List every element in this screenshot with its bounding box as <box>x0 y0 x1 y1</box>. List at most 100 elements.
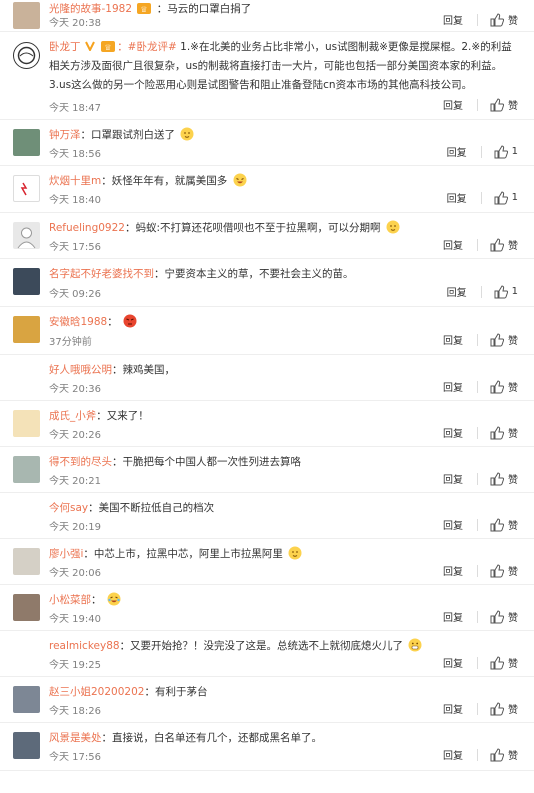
username-link[interactable]: 赵三小姐20200202 <box>49 686 144 698</box>
avatar[interactable] <box>13 548 40 575</box>
avatar[interactable] <box>13 2 40 29</box>
like-button[interactable]: 赞 <box>490 747 518 762</box>
avatar[interactable] <box>13 686 40 713</box>
avatar[interactable] <box>13 316 40 343</box>
comment-body: ：妖怪年年有，就属美国多 <box>101 175 228 187</box>
username-link[interactable]: 今何say <box>49 502 88 514</box>
reply-button[interactable]: 回复 <box>447 190 467 205</box>
cry-laugh-emoji-icon <box>107 592 121 606</box>
timestamp: 今天 19:40 <box>49 614 101 625</box>
reply-button[interactable]: 回复 <box>443 609 463 624</box>
comment-row: 名字起不好老婆找不到：宁要资本主义的草，不要社会主义的苗。 今天 09:26 回… <box>0 259 534 307</box>
username-link[interactable]: 小松菜部 <box>49 594 91 606</box>
username-link[interactable]: 卧龙丁 <box>49 41 81 53</box>
username-link[interactable]: 钟万泽 <box>49 129 81 141</box>
avatar[interactable] <box>13 175 40 202</box>
avatar[interactable] <box>13 222 40 249</box>
reply-button[interactable]: 回复 <box>443 517 463 532</box>
like-button[interactable]: 1 <box>494 144 518 159</box>
divider <box>477 656 478 669</box>
comment-actions: 回复 1 <box>447 144 518 159</box>
like-button[interactable]: 赞 <box>490 701 518 716</box>
thumbs-up-icon <box>494 144 508 158</box>
comment-actions: 回复 赞 <box>443 12 518 27</box>
like-button[interactable]: 赞 <box>490 471 518 486</box>
verified-icon <box>84 41 95 51</box>
comment-actions: 回复 赞 <box>443 237 518 252</box>
divider <box>477 426 478 439</box>
avatar[interactable] <box>13 502 40 529</box>
username-link[interactable]: 成氏_小斧 <box>49 410 96 422</box>
like-button[interactable]: 赞 <box>490 425 518 440</box>
username-link[interactable]: 廖小强i <box>49 548 83 560</box>
timestamp: 今天 18:47 <box>49 103 101 114</box>
reply-button[interactable]: 回复 <box>443 379 463 394</box>
username-link[interactable]: Refueling0922 <box>49 222 125 234</box>
avatar[interactable] <box>13 732 40 759</box>
like-count: 赞 <box>508 336 518 347</box>
avatar[interactable] <box>13 410 40 437</box>
reply-button[interactable]: 回复 <box>443 237 463 252</box>
like-button[interactable]: 赞 <box>490 563 518 578</box>
like-count: 1 <box>511 192 518 203</box>
avatar[interactable] <box>13 364 40 391</box>
like-button[interactable]: 赞 <box>490 237 518 252</box>
like-button[interactable]: 赞 <box>490 517 518 532</box>
avatar[interactable] <box>13 640 40 667</box>
timestamp: 今天 20:19 <box>49 522 101 533</box>
avatar[interactable] <box>13 594 40 621</box>
like-button[interactable]: 赞 <box>490 332 518 347</box>
username-link[interactable]: 安徽晗1988 <box>49 316 107 328</box>
avatar[interactable] <box>13 456 40 483</box>
reply-button[interactable]: 回复 <box>443 97 463 112</box>
thumbs-up-icon <box>494 190 508 204</box>
username-link[interactable]: 名字起不好老婆找不到 <box>49 268 154 280</box>
comment-text: 钟万泽：口罩跟试剂白送了 <box>49 126 514 145</box>
reply-button[interactable]: 回复 <box>443 701 463 716</box>
avatar[interactable] <box>13 268 40 295</box>
reply-button[interactable]: 回复 <box>447 284 467 299</box>
like-button[interactable]: 赞 <box>490 97 518 112</box>
comment-row: 好人哦哦公明：辣鸡美国， 今天 20:36 回复 赞 <box>0 355 534 401</box>
timestamp: 今天 20:26 <box>49 430 101 441</box>
smirk-emoji-icon <box>180 127 194 141</box>
like-button[interactable]: 赞 <box>490 12 518 27</box>
like-count: 赞 <box>508 429 518 440</box>
comment-row: 小松菜部： 今天 19:40 回复 赞 <box>0 585 534 631</box>
reply-button[interactable]: 回复 <box>443 471 463 486</box>
comment-actions: 回复 1 <box>447 190 518 205</box>
comment-actions: 回复 赞 <box>443 379 518 394</box>
reply-button[interactable]: 回复 <box>443 425 463 440</box>
username-link[interactable]: 好人哦哦公明 <box>49 364 112 376</box>
like-button[interactable]: 1 <box>494 190 518 205</box>
reply-button[interactable]: 回复 <box>443 332 463 347</box>
reply-button[interactable]: 回复 <box>443 655 463 670</box>
like-count: 赞 <box>508 383 518 394</box>
divider <box>477 472 478 485</box>
reply-button[interactable]: 回复 <box>443 12 463 27</box>
comment-body: ：又要开始抢？！没完没了这是。总统选不上就彻底熄火儿了 <box>119 640 404 652</box>
username-link[interactable]: realmickey88 <box>49 640 120 652</box>
like-button[interactable]: 赞 <box>490 655 518 670</box>
comment-row: 钟万泽：口罩跟试剂白送了 今天 18:56 回复 1 <box>0 120 534 166</box>
timestamp: 今天 18:40 <box>49 195 101 206</box>
like-button[interactable]: 1 <box>494 284 518 299</box>
avatar[interactable] <box>13 129 40 156</box>
comment-text: Refueling0922：蚂蚁:不打算还花呗借呗也不至于拉黑啊，可以分期啊 <box>49 219 514 238</box>
reply-button[interactable]: 回复 <box>443 747 463 762</box>
username-link[interactable]: 风景是美处 <box>49 732 102 744</box>
username-link[interactable]: 得不到的尽头 <box>49 456 112 468</box>
timestamp: 今天 19:25 <box>49 660 101 671</box>
avatar[interactable] <box>13 42 40 69</box>
comment-row: 光隆的故事-1982 ♕ ：马云的口罩白捐了 今天 20:38 回复 赞 <box>0 0 534 32</box>
comment-row: 廖小强i：中芯上市，拉黑中芯，阿里上市拉黑阿里 今天 20:06 回复 赞 <box>0 539 534 585</box>
member-badge-icon: ♕ <box>137 3 152 14</box>
topic-tag[interactable]: ：#卧龙评# <box>117 41 177 53</box>
reply-button[interactable]: 回复 <box>443 563 463 578</box>
thumbs-up-icon <box>490 12 504 26</box>
like-button[interactable]: 赞 <box>490 379 518 394</box>
like-button[interactable]: 赞 <box>490 609 518 624</box>
reply-button[interactable]: 回复 <box>447 144 467 159</box>
divider <box>477 13 478 26</box>
username-link[interactable]: 炊烟十里m <box>49 175 101 187</box>
